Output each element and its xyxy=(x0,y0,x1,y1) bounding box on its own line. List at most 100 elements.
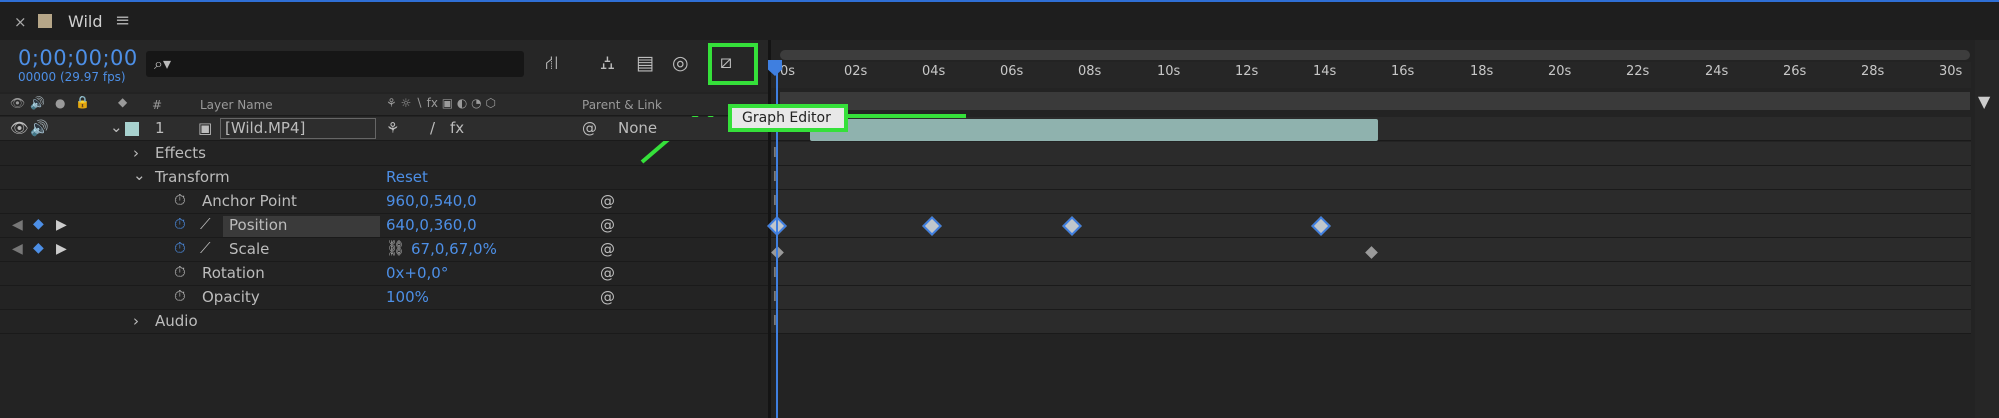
property-row-scale[interactable]: ◀ ◆ ▶ ⏱ ⟋ Scale ⛓ 67,0,67,0% @ xyxy=(0,238,768,262)
composition-tab[interactable]: × Wild ≡ xyxy=(0,0,1999,40)
graph-editor-highlight xyxy=(708,43,758,85)
pick-whip-icon[interactable]: @ xyxy=(600,288,615,306)
layer-row[interactable]: 👁 🔊 ⌄ 1 ▣ [Wild.MP4] ⚘ / fx @ None xyxy=(0,117,768,141)
keyframe-toggle-icon[interactable]: ◆ xyxy=(33,240,44,256)
comp-color-swatch xyxy=(38,14,52,28)
property-label: Rotation xyxy=(202,264,265,282)
timeline-track xyxy=(771,286,1971,310)
lock-icon[interactable]: 🔒 xyxy=(75,95,90,109)
chevron-right-icon[interactable]: › xyxy=(133,312,139,330)
pick-whip-icon[interactable]: @ xyxy=(600,240,615,258)
layer-duration-bar[interactable] xyxy=(810,119,1378,141)
layer-columns-header: 👁 🔊 ● 🔒 ◆ # Layer Name ⚘ ☼ ∖ fx ▣ ◐ ◔ ⬡ … xyxy=(0,94,768,116)
ruler-tick: 28s xyxy=(1861,64,1885,79)
timeline-navigator[interactable] xyxy=(780,92,1970,110)
stopwatch-active-icon[interactable]: ⏱ xyxy=(174,215,186,233)
timeline-track xyxy=(771,262,1971,286)
property-label: Position xyxy=(223,216,380,237)
ruler-tick: 06s xyxy=(1000,64,1024,79)
graph-icon[interactable]: ⟋ xyxy=(200,239,211,257)
work-area-bar[interactable] xyxy=(780,50,1970,60)
effects-switch-icon[interactable]: fx xyxy=(450,119,464,137)
timeline-track xyxy=(771,310,1971,334)
label-icon[interactable]: ◆ xyxy=(118,95,127,109)
draft-3d-icon[interactable]: ⛼ xyxy=(600,52,615,77)
ruler-tick: 02s xyxy=(844,64,868,79)
speaker-icon[interactable]: 🔊 xyxy=(30,96,45,110)
close-tab-icon[interactable]: × xyxy=(14,13,27,31)
property-value[interactable]: 100% xyxy=(386,288,429,306)
property-row-opacity[interactable]: ⏱ Opacity 100% @ xyxy=(0,286,768,310)
composition-flowchart-icon[interactable]: ⛙ xyxy=(545,52,558,77)
pick-whip-icon[interactable]: @ xyxy=(582,119,597,137)
audio-toggle-icon[interactable]: 🔊 xyxy=(30,119,49,137)
frame-rate: 00000 (29.97 fps) xyxy=(18,70,126,84)
search-input[interactable]: ⌕▾ xyxy=(146,51,524,77)
ruler-tick: 12s xyxy=(1235,64,1259,79)
property-label: Audio xyxy=(155,312,198,330)
layer-name-column[interactable]: Layer Name xyxy=(200,98,273,112)
property-row-rotation[interactable]: ⏱ Rotation 0x+0,0° @ xyxy=(0,262,768,286)
prev-keyframe-icon[interactable]: ◀ xyxy=(12,217,23,233)
layer-number: 1 xyxy=(155,119,165,137)
ruler-tick: 16s xyxy=(1391,64,1415,79)
property-label: Opacity xyxy=(202,288,260,306)
keyframe-toggle-icon[interactable]: ◆ xyxy=(33,216,44,232)
ruler-tick: 30s xyxy=(1939,64,1963,79)
motion-blur-icon[interactable]: ◎ xyxy=(672,52,689,74)
timeline-track xyxy=(771,166,1971,190)
property-label: Scale xyxy=(229,240,270,258)
ruler-tick: 20s xyxy=(1548,64,1572,79)
property-row-transform[interactable]: ⌄ Transform Reset xyxy=(0,166,768,190)
chevron-down-icon[interactable]: ⌄ xyxy=(133,166,146,184)
stopwatch-icon[interactable]: ⏱ xyxy=(174,287,186,305)
zoom-handle-icon[interactable]: ▼ xyxy=(1978,92,1990,111)
current-time[interactable]: 0;00;00;00 xyxy=(18,46,138,70)
stopwatch-icon[interactable]: ⏱ xyxy=(174,191,186,209)
shy-switch-icon[interactable]: ⚘ xyxy=(386,119,399,137)
graph-icon[interactable]: ⟋ xyxy=(200,215,211,233)
property-row-anchor-point[interactable]: ⏱ Anchor Point 960,0,540,0 @ xyxy=(0,190,768,214)
pick-whip-icon[interactable]: @ xyxy=(600,264,615,282)
solo-icon[interactable]: ● xyxy=(55,96,65,110)
shy-layers-icon[interactable]: ▤ xyxy=(636,52,654,74)
stopwatch-active-icon[interactable]: ⏱ xyxy=(174,239,186,257)
tooltip-underline xyxy=(848,114,966,118)
layer-label-swatch[interactable] xyxy=(125,122,139,136)
constrain-link-icon[interactable]: ⛓ xyxy=(386,239,405,257)
panel-menu-icon[interactable]: ≡ xyxy=(115,10,130,31)
next-keyframe-icon[interactable]: ▶ xyxy=(56,241,67,257)
pick-whip-icon[interactable]: @ xyxy=(600,192,615,210)
expand-chevron-icon[interactable]: ⌄ xyxy=(110,118,123,136)
visibility-toggle-icon[interactable]: 👁 xyxy=(10,119,29,137)
stopwatch-icon[interactable]: ⏱ xyxy=(174,263,186,281)
composition-title: Wild xyxy=(68,12,103,31)
parent-dropdown[interactable]: None xyxy=(618,119,657,137)
search-icon: ⌕▾ xyxy=(154,54,171,73)
chevron-right-icon[interactable]: › xyxy=(133,144,139,162)
layer-name[interactable]: [Wild.MP4] xyxy=(220,118,376,139)
property-row-effects[interactable]: › Effects xyxy=(0,142,768,166)
property-value[interactable]: 640,0,360,0 xyxy=(386,216,477,234)
ruler-tick: 08s xyxy=(1078,64,1102,79)
property-label: Effects xyxy=(155,144,206,162)
property-row-audio[interactable]: › Audio xyxy=(0,310,768,334)
pick-whip-icon[interactable]: @ xyxy=(600,216,615,234)
property-row-position[interactable]: ◀ ◆ ▶ ⏱ ⟋ Position 640,0,360,0 @ xyxy=(0,214,768,238)
graph-editor-icon[interactable]: ⧄ xyxy=(720,51,732,73)
prev-keyframe-icon[interactable]: ◀ xyxy=(12,241,23,257)
switches-column: ⚘ ☼ ∖ fx ▣ ◐ ◔ ⬡ xyxy=(386,96,496,110)
next-keyframe-icon[interactable]: ▶ xyxy=(56,217,67,233)
property-label: Anchor Point xyxy=(202,192,297,210)
reset-link[interactable]: Reset xyxy=(386,168,428,186)
property-value[interactable]: 960,0,540,0 xyxy=(386,192,477,210)
property-value[interactable]: 0x+0,0° xyxy=(386,264,448,282)
ruler-tick: 26s xyxy=(1783,64,1807,79)
ruler-tick: 0s xyxy=(780,64,796,79)
quality-switch-icon[interactable]: / xyxy=(430,119,435,137)
parent-link-column: Parent & Link xyxy=(582,98,662,112)
timeline-track xyxy=(771,190,1971,214)
eye-icon[interactable]: 👁 xyxy=(10,96,25,110)
property-label: Transform xyxy=(155,168,230,186)
property-value[interactable]: 67,0,67,0% xyxy=(411,240,497,258)
